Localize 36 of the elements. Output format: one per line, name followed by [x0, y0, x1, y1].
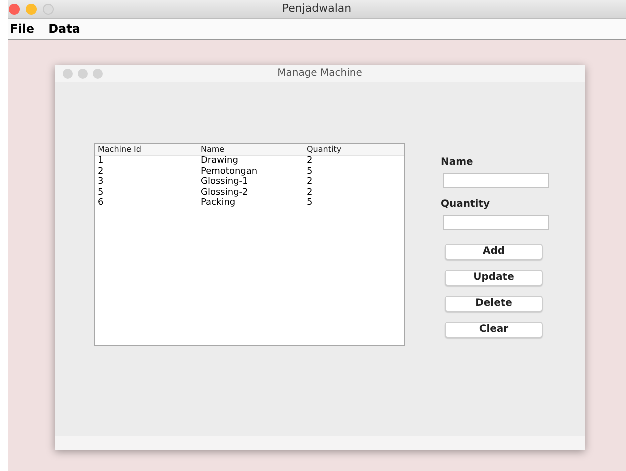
menu-item[interactable]: Data: [48, 20, 80, 38]
table-cell-text: Packing: [201, 198, 237, 208]
table-cell-text: Glossing-1: [201, 177, 250, 188]
table-cell-text: 6: [98, 198, 105, 208]
table-cell-text: 2: [307, 188, 314, 198]
minimize-button[interactable]: [26, 4, 37, 14]
action-button[interactable]: Add: [445, 244, 543, 260]
table-cell-text: 5: [307, 166, 314, 177]
column-header[interactable]: Quantity: [307, 144, 404, 156]
input-field[interactable]: [443, 173, 549, 188]
table-cell-text: 3: [98, 177, 105, 188]
table-cell-text: 2: [98, 166, 105, 177]
minimize-button[interactable]: [78, 68, 88, 78]
close-button[interactable]: [63, 68, 73, 78]
action-button[interactable]: Delete: [445, 296, 543, 312]
action-button[interactable]: Clear: [445, 322, 543, 338]
close-button[interactable]: [9, 4, 20, 14]
zoom-button[interactable]: [43, 4, 54, 14]
column-header[interactable]: Machine Id: [98, 144, 201, 156]
window-title: Penjadwalan: [282, 0, 352, 17]
field-label: Name: [441, 156, 474, 170]
table-cell-text: 1: [98, 156, 105, 166]
menu-item[interactable]: File: [10, 20, 35, 38]
table-cell-text: 5: [98, 188, 105, 198]
dialog-title: Manage Machine: [278, 67, 362, 81]
table-cell-text: 2: [307, 177, 314, 188]
table-cell-text: 2: [307, 156, 314, 166]
input-field[interactable]: [443, 215, 549, 230]
table-cell-text: Pemotongan: [201, 166, 259, 177]
table-cell-text: Glossing-2: [201, 188, 250, 198]
column-header[interactable]: Name: [201, 144, 307, 156]
field-label: Quantity: [441, 198, 490, 212]
action-button[interactable]: Update: [445, 270, 543, 286]
table-cell-text: 5: [307, 198, 314, 208]
table-cell-text: Drawing: [201, 156, 240, 166]
zoom-button[interactable]: [93, 68, 103, 78]
